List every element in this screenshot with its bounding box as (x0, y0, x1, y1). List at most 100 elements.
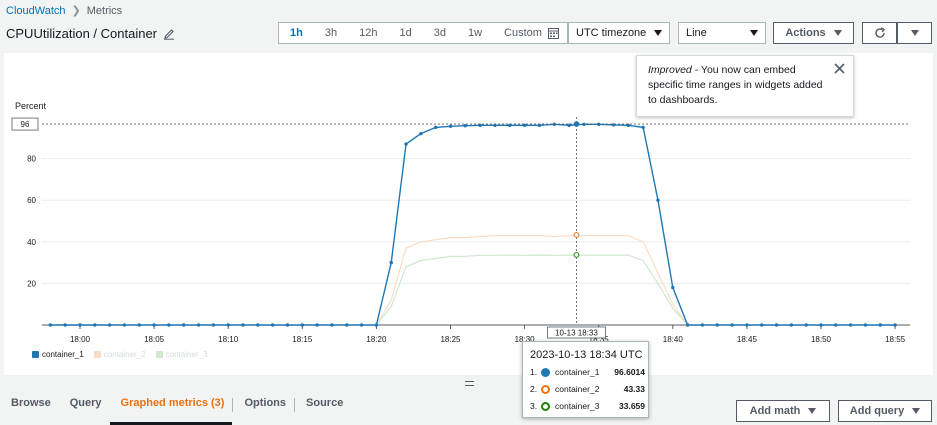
tooltip-row: 2. container_2 43.33 (530, 384, 645, 394)
series-point (700, 323, 705, 327)
x-tick-label: 18:15 (292, 335, 313, 344)
series-point (78, 323, 82, 327)
x-tick-label: 18:40 (663, 335, 684, 344)
series-point (404, 142, 408, 146)
datapoint-tooltip: 2023-10-13 18:34 UTC 1. container_1 96.6… (522, 341, 649, 418)
series-point (374, 323, 379, 327)
tooltip-value: 96.6014 (614, 367, 645, 377)
series-point (241, 323, 245, 327)
series-point (270, 323, 275, 327)
x-tick-label: 18:20 (366, 335, 387, 344)
panel-resize-handle[interactable] (465, 381, 474, 386)
tooltip-value: 43.33 (623, 384, 645, 394)
info-toast: Improved - You now can embed specific ti… (636, 55, 854, 117)
series-point (167, 323, 171, 327)
tooltip-title: 2023-10-13 18:34 UTC (530, 349, 643, 361)
series-line-container-1 (50, 123, 896, 326)
series-point (834, 323, 838, 327)
x-tick-label: 18:10 (218, 335, 239, 344)
series-point (656, 198, 660, 202)
series-point (152, 323, 156, 327)
highlight-point (573, 121, 580, 127)
y-tick-label: 60 (27, 196, 36, 205)
series-point (419, 131, 423, 136)
series-line-container-3 (50, 254, 896, 326)
series-ring-icon (541, 401, 550, 411)
series-point (715, 323, 719, 327)
series-dot-icon (541, 367, 550, 377)
tooltip-index: 3. (530, 401, 538, 411)
tooltip-row: 1. container_1 96.6014 (530, 367, 645, 377)
caret-down-icon (912, 408, 921, 414)
series-point (671, 285, 675, 290)
series-point (63, 323, 67, 327)
tab-graphed-metrics[interactable]: Graphed metrics (3) (109, 388, 233, 425)
series-point (345, 323, 349, 327)
series-point (774, 323, 779, 327)
legend-label: container_1 (42, 350, 84, 359)
tooltip-series-name: container_3 (555, 401, 600, 411)
tab-query[interactable]: Query (59, 388, 110, 425)
add-math-label: Add math (749, 405, 801, 417)
series-line-container-2 (50, 234, 896, 326)
x-tick-label: 18:05 (144, 335, 165, 344)
series-point (196, 323, 201, 327)
series-point (107, 323, 112, 327)
x-tick-label: 18:00 (70, 335, 91, 344)
series-point (226, 323, 230, 327)
add-math-button[interactable]: Add math (736, 400, 830, 422)
x-tick-label: 18:45 (737, 335, 758, 344)
legend-item-container-3[interactable]: container_3 (155, 350, 208, 359)
series-point (182, 323, 186, 327)
series-point (789, 323, 794, 327)
add-query-button[interactable]: Add query (838, 400, 932, 422)
legend-swatch (32, 351, 39, 358)
series-point (463, 124, 468, 128)
close-icon[interactable] (834, 63, 845, 74)
crosshair-x-label: 10-13 18:33 (555, 329, 598, 338)
series-point (330, 323, 334, 327)
series-point (300, 323, 304, 327)
series-point (878, 323, 882, 327)
series-point (433, 125, 438, 130)
highlight-point (573, 252, 580, 258)
tab-source[interactable]: Source (295, 388, 351, 425)
series-point (315, 323, 319, 327)
y-tick-label: 80 (27, 155, 36, 164)
toast-emphasis: Improved (648, 64, 692, 76)
series-point (448, 124, 453, 129)
legend-label: container_2 (103, 350, 146, 359)
series-point (863, 323, 868, 327)
x-tick-label: 18:50 (811, 335, 832, 344)
legend-label: container_3 (165, 350, 208, 359)
series-point (893, 323, 897, 327)
chart-legend: container_1 container_2 container_3 (32, 350, 207, 359)
x-tick-label: 18:55 (885, 335, 906, 344)
series-point (819, 323, 823, 327)
tooltip-index: 2. (530, 384, 538, 394)
crosshair-y-label: 96 (21, 120, 30, 129)
series-point (285, 323, 290, 327)
legend-item-container-1[interactable]: container_1 (32, 350, 84, 359)
tab-browse[interactable]: Browse (0, 388, 59, 425)
legend-swatch (93, 351, 101, 358)
series-point (359, 323, 364, 327)
series-point (641, 125, 645, 130)
tab-options[interactable]: Options (233, 388, 294, 425)
metrics-tabs: Browse Query Graphed metrics (3) Options… (0, 388, 351, 425)
highlight-point (573, 231, 580, 238)
y-tick-label: 20 (27, 279, 36, 288)
series-point (137, 323, 141, 327)
series-point (745, 323, 749, 327)
legend-item-container-2[interactable]: container_2 (93, 350, 146, 359)
series-point (804, 323, 808, 327)
series-point (48, 323, 53, 327)
tooltip-row: 3. container_3 33.659 (530, 401, 645, 411)
series-ring-icon (541, 384, 550, 394)
series-point (256, 323, 260, 327)
tooltip-series-name: container_2 (555, 384, 600, 394)
y-tick-label: 40 (27, 238, 36, 247)
legend-swatch (155, 351, 163, 358)
series-point (93, 323, 97, 327)
series-point (848, 323, 853, 327)
